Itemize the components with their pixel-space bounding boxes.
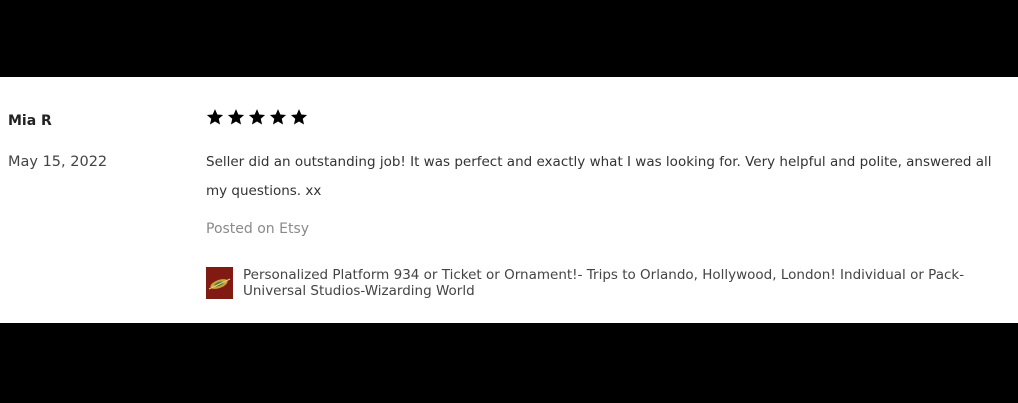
review-card: Mia R May 15, 2022 Seller did an outstan… [0, 77, 1018, 323]
star-rating [206, 108, 308, 126]
review-date: May 15, 2022 [8, 154, 108, 170]
star-icon [227, 109, 245, 125]
star-icon [290, 109, 308, 125]
product-title[interactable]: Personalized Platform 934 or Ticket or O… [243, 267, 1002, 299]
product-thumbnail-icon[interactable] [206, 267, 233, 299]
screenshot-frame: Mia R May 15, 2022 Seller did an outstan… [0, 0, 1018, 403]
star-icon [248, 109, 266, 125]
star-icon [269, 109, 287, 125]
review-text: Seller did an outstanding job! It was pe… [206, 154, 992, 199]
star-icon [206, 109, 224, 125]
product-link[interactable]: Personalized Platform 934 or Ticket or O… [206, 267, 1002, 299]
reviewer-name[interactable]: Mia R [8, 113, 52, 129]
review-source: Posted on Etsy [206, 221, 310, 237]
thumbnail-art [206, 267, 233, 299]
